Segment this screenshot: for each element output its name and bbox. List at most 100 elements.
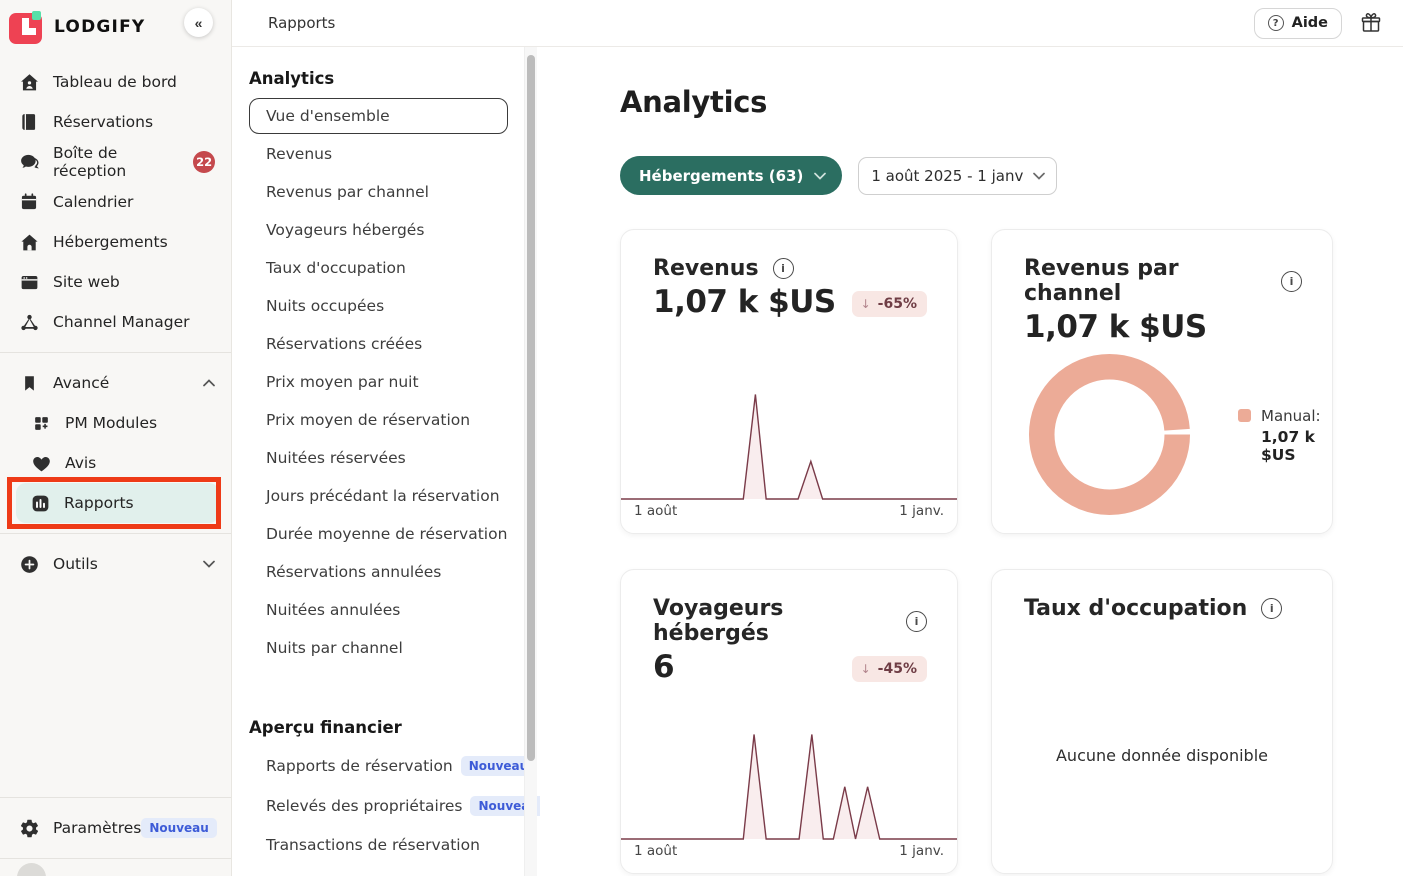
- breadcrumb: Rapports: [268, 14, 335, 32]
- sidebar-item-label: Tableau de bord: [53, 73, 177, 91]
- change-badge: ↓ -45%: [852, 656, 927, 682]
- menu-item-label: Réservations annulées: [266, 563, 441, 581]
- nouveau-badge: Nouveau: [141, 818, 216, 838]
- help-button[interactable]: ? Aide: [1254, 8, 1342, 39]
- menu-item-jours-precedant-la-reservation[interactable]: Jours précédant la réservation: [249, 478, 508, 514]
- chevron-down-icon: [814, 172, 826, 180]
- menu-item-label: Nuitées annulées: [266, 601, 400, 619]
- brand-name: LODGIFY: [54, 17, 145, 37]
- menu-item-label: Relevés des propriétaires: [266, 797, 462, 815]
- sidebar-item-label: Calendrier: [53, 193, 133, 211]
- menu-item-label: Rapports de réservation: [266, 757, 453, 775]
- menu-item-revenus-par-channel[interactable]: Revenus par channel: [249, 174, 508, 210]
- card-revenue: Revenus i 1,07 k $US ↓ -65%: [620, 229, 958, 534]
- sidebar-item-calendar[interactable]: Calendrier: [0, 182, 231, 222]
- card-title: Voyageurs hébergés: [653, 596, 892, 646]
- revenue-sparkline-chart: 1 août1 janv.: [621, 389, 957, 519]
- menu-item-duree-moyenne-de-reservation[interactable]: Durée moyenne de réservation: [249, 516, 508, 552]
- book-icon: [18, 111, 40, 133]
- legend-swatch: [1238, 409, 1251, 422]
- avatar-area: [0, 858, 231, 876]
- calendar-icon: [18, 191, 40, 213]
- legend-label: Manual:: [1261, 405, 1332, 428]
- avatar[interactable]: [17, 863, 46, 876]
- sidebar-item-channel-manager[interactable]: Channel Manager: [0, 302, 231, 342]
- settings-block: ParamètresNouveau: [0, 797, 231, 858]
- info-icon[interactable]: i: [773, 258, 794, 279]
- sidebar-item-reservations[interactable]: Réservations: [0, 102, 231, 142]
- sidebar-item-label: Avancé: [53, 374, 109, 392]
- info-icon[interactable]: i: [1281, 271, 1302, 292]
- properties-filter-label: Hébergements (63): [639, 167, 803, 185]
- sidebar-item-reports[interactable]: Rapports: [16, 483, 219, 523]
- sidebar-advanced-nav: PM ModulesAvis Rapports: [0, 403, 231, 523]
- menu-item-reservations-creees[interactable]: Réservations créées: [249, 326, 508, 362]
- scrollbar-track[interactable]: [524, 47, 537, 876]
- x-axis-label-start: 1 août: [634, 843, 677, 859]
- menu-item-label: Réservations créées: [266, 335, 422, 353]
- menu-item-label: Revenus: [266, 145, 332, 163]
- date-range-select[interactable]: 1 août 2025 - 1 janv. 202: [858, 157, 1057, 195]
- reports-submenu: Analytics Vue d'ensemble Revenus Revenus p…: [232, 47, 540, 876]
- menu-item-reservations-annulees[interactable]: Réservations annulées: [249, 554, 508, 590]
- card-guests: Voyageurs hébergés i 6 ↓ -45%: [620, 569, 958, 874]
- sidebar-item-label: Channel Manager: [53, 313, 190, 331]
- donut-legend: Manual: 1,07 k $US: [1238, 405, 1332, 464]
- change-value: -65%: [878, 296, 917, 312]
- revenue-value: 1,07 k $US: [653, 284, 836, 320]
- card-title: Revenus: [653, 256, 759, 281]
- card-revenue-by-channel: Revenus par channel i 1,07 k $US: [991, 229, 1333, 534]
- menu-item-prix-moyen-par-nuit[interactable]: Prix moyen par nuit: [249, 364, 508, 400]
- sidebar-collapse-button[interactable]: «: [184, 8, 213, 37]
- scrollbar-thumb[interactable]: [527, 55, 535, 761]
- metric-cards-grid: Revenus i 1,07 k $US ↓ -65%: [620, 229, 1403, 874]
- sidebar-item-tools[interactable]: Outils: [0, 544, 231, 584]
- sidebar-item-dashboard[interactable]: Tableau de bord: [0, 62, 231, 102]
- sidebar-item-label: Outils: [53, 555, 98, 573]
- gear-icon: [18, 817, 40, 839]
- chevron-down-icon: [203, 560, 215, 568]
- x-axis-label-start: 1 août: [634, 503, 677, 519]
- sidebar-main-nav: Tableau de bord RéservationsBoîte de réce…: [0, 62, 231, 342]
- menu-item-nuitees-reservees[interactable]: Nuitées réservées: [249, 440, 508, 476]
- menu-item-nuits-occupees[interactable]: Nuits occupées: [249, 288, 508, 324]
- x-axis-label-end: 1 janv.: [899, 843, 944, 859]
- gift-icon[interactable]: [1359, 11, 1383, 35]
- sidebar-item-advanced[interactable]: Avancé: [0, 363, 231, 403]
- sidebar-item-label: Rapports: [64, 494, 134, 512]
- menu-item-vue-d-ensemble[interactable]: Vue d'ensemble: [249, 98, 508, 134]
- sidebar-item-website[interactable]: Site web: [0, 262, 231, 302]
- main-column: Rapports ? Aide: [232, 0, 1403, 876]
- sidebar-item-properties[interactable]: Hébergements: [0, 222, 231, 262]
- help-label: Aide: [1292, 15, 1328, 31]
- network-icon: [18, 311, 40, 333]
- menu-item-transactions-de-reservation[interactable]: Transactions de réservation: [249, 827, 508, 863]
- sidebar-item-settings[interactable]: ParamètresNouveau: [0, 808, 231, 848]
- submenu-section-analytics: Analytics: [249, 69, 508, 88]
- menu-item-label: Nuitées réservées: [266, 449, 406, 467]
- info-icon[interactable]: i: [906, 611, 927, 632]
- menu-item-voyageurs-heberges[interactable]: Voyageurs hébergés: [249, 212, 508, 248]
- sidebar-item-label: Site web: [53, 273, 120, 291]
- menu-item-revenus[interactable]: Revenus: [249, 136, 508, 172]
- sidebar-item-pm-modules[interactable]: PM Modules: [0, 403, 231, 443]
- heart-icon: [30, 452, 52, 474]
- menu-item-nuitees-annulees[interactable]: Nuitées annulées: [249, 592, 508, 628]
- financial-menu-list: Rapports de réservationNouveauRelevés de…: [249, 747, 508, 863]
- menu-item-prix-moyen-de-reservation[interactable]: Prix moyen de réservation: [249, 402, 508, 438]
- menu-item-label: Vue d'ensemble: [266, 107, 390, 125]
- properties-filter-button[interactable]: Hébergements (63): [620, 156, 842, 195]
- sidebar-item-inbox[interactable]: Boîte de réception22: [0, 142, 231, 182]
- menu-item-releves-des-proprietaires[interactable]: Relevés des propriétairesNouveau: [249, 787, 508, 825]
- menu-item-rapports-de-reservation[interactable]: Rapports de réservationNouveau: [249, 747, 508, 785]
- menu-item-label: Nuits par channel: [266, 639, 403, 657]
- menu-item-nuits-par-channel[interactable]: Nuits par channel: [249, 630, 508, 666]
- plus-circle-icon: [18, 553, 40, 575]
- guests-value: 6: [653, 649, 674, 685]
- sidebar-item-reviews[interactable]: Avis: [0, 443, 231, 483]
- filters-row: Hébergements (63) 1 août 2025 - 1 janv. …: [620, 156, 1403, 195]
- info-icon[interactable]: i: [1261, 598, 1282, 619]
- menu-item-label: Prix moyen de réservation: [266, 411, 470, 429]
- menu-item-taux-d-occupation[interactable]: Taux d'occupation: [249, 250, 508, 286]
- card-title: Revenus par channel: [1024, 256, 1267, 306]
